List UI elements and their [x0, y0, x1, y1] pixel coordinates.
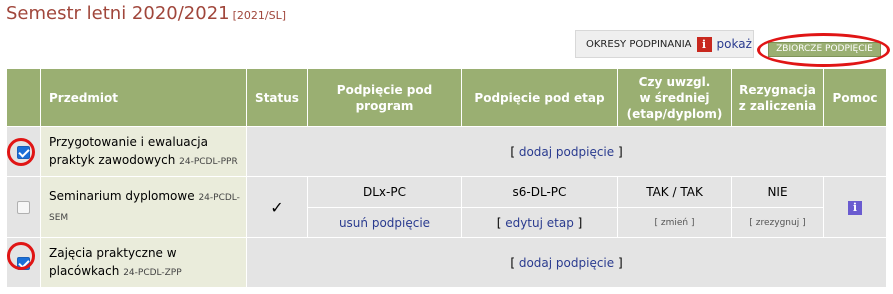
- info-icon[interactable]: i: [848, 200, 862, 215]
- header-program-line2: program: [355, 98, 414, 113]
- header-average: Czy uwzgl. w średniej (etap/dyplom): [617, 68, 732, 127]
- courses-table: Przedmiot Status Podpięcie pod program Po…: [6, 68, 887, 288]
- show-periods-link[interactable]: pokaż: [717, 37, 752, 51]
- status-cell: ✓: [246, 176, 308, 238]
- header-avg-line2: w średniej: [639, 90, 710, 105]
- table-row: Seminarium dyplomowe 24-PCDL-SEM ✓ DLx-P…: [6, 176, 887, 238]
- add-assignment-link[interactable]: dodaj podpięcie: [519, 145, 614, 159]
- semester-title: Semestr letni 2020/2021: [6, 3, 230, 24]
- header-help: Pomoc: [823, 68, 887, 127]
- header-stage: Podpięcie pod etap: [461, 68, 618, 127]
- subject-code: 24-PCDL-ZPP: [123, 267, 182, 278]
- add-assignment-cell: [ dodaj podpięcie ]: [246, 237, 887, 288]
- remove-assignment-link[interactable]: usuń podpięcie: [339, 216, 430, 230]
- change-average-cell: [ zmień ]: [617, 207, 732, 238]
- header-subject: Przedmiot: [40, 68, 247, 127]
- signup-periods-box: OKRESY PODPINANIA i pokaż: [575, 30, 754, 58]
- semester-code: [2021/SL]: [232, 9, 287, 22]
- bulk-assign-button[interactable]: ZBIORCZE PODPIĘCIE: [768, 42, 881, 57]
- edit-stage-cell: [ edytuj etap ]: [461, 207, 618, 238]
- header-program-line1: Podpięcie pod: [336, 82, 433, 97]
- resignation-value: NIE: [731, 176, 824, 208]
- average-value: TAK / TAK: [617, 176, 732, 208]
- header-resign-line1: Rezygnacja: [739, 82, 816, 97]
- add-assignment-cell: [ dodaj podpięcie ]: [246, 126, 887, 177]
- table-row: Zajęcia praktyczne w placówkach 24-PCDL-…: [6, 237, 887, 288]
- subject-cell: Przygotowanie i ewaluacja praktyk zawodo…: [40, 126, 247, 177]
- program-value: DLx-PC: [307, 176, 462, 208]
- header-status: Status: [246, 68, 308, 127]
- row-select-cell: [6, 126, 41, 177]
- subject-name: Seminarium dyplomowe: [49, 189, 195, 203]
- table-header-row: Przedmiot Status Podpięcie pod program Po…: [6, 68, 887, 127]
- subject-cell: Zajęcia praktyczne w placówkach 24-PCDL-…: [40, 237, 247, 288]
- header-program: Podpięcie pod program: [307, 68, 462, 127]
- header-avg-line3: (etap/dyplom): [626, 106, 723, 121]
- subject-code: 24-PCDL-PPR: [179, 156, 238, 167]
- header-avg-line1: Czy uwzgl.: [638, 74, 711, 89]
- remove-assignment-cell: usuń podpięcie: [307, 207, 462, 238]
- header-select: [6, 68, 41, 127]
- edit-stage-link[interactable]: edytuj etap: [505, 216, 574, 230]
- signup-periods-label: OKRESY PODPINANIA: [586, 38, 692, 50]
- stage-value: s6-DL-PC: [461, 176, 618, 208]
- subject-cell: Seminarium dyplomowe 24-PCDL-SEM: [40, 176, 247, 238]
- page-title: Semestr letni 2020/2021 [2021/SL]: [6, 3, 286, 24]
- header-resign-line2: z zaliczenia: [738, 98, 817, 113]
- row-select-cell: [6, 237, 41, 288]
- table-row: Przygotowanie i ewaluacja praktyk zawodo…: [6, 126, 887, 177]
- row-checkbox[interactable]: [17, 145, 30, 159]
- info-icon[interactable]: i: [696, 36, 712, 52]
- resign-action-cell: [ zrezygnuj ]: [731, 207, 824, 238]
- row-select-cell: [6, 176, 41, 238]
- row-checkbox[interactable]: [17, 256, 30, 270]
- add-assignment-link[interactable]: dodaj podpięcie: [519, 256, 614, 270]
- row-checkbox[interactable]: [17, 201, 30, 214]
- resign-link[interactable]: zrezygnuj: [756, 218, 799, 228]
- help-cell: i: [823, 176, 887, 238]
- checkmark-icon: ✓: [270, 197, 284, 217]
- change-link[interactable]: zmień: [661, 218, 688, 228]
- header-resignation: Rezygnacja z zaliczenia: [731, 68, 824, 127]
